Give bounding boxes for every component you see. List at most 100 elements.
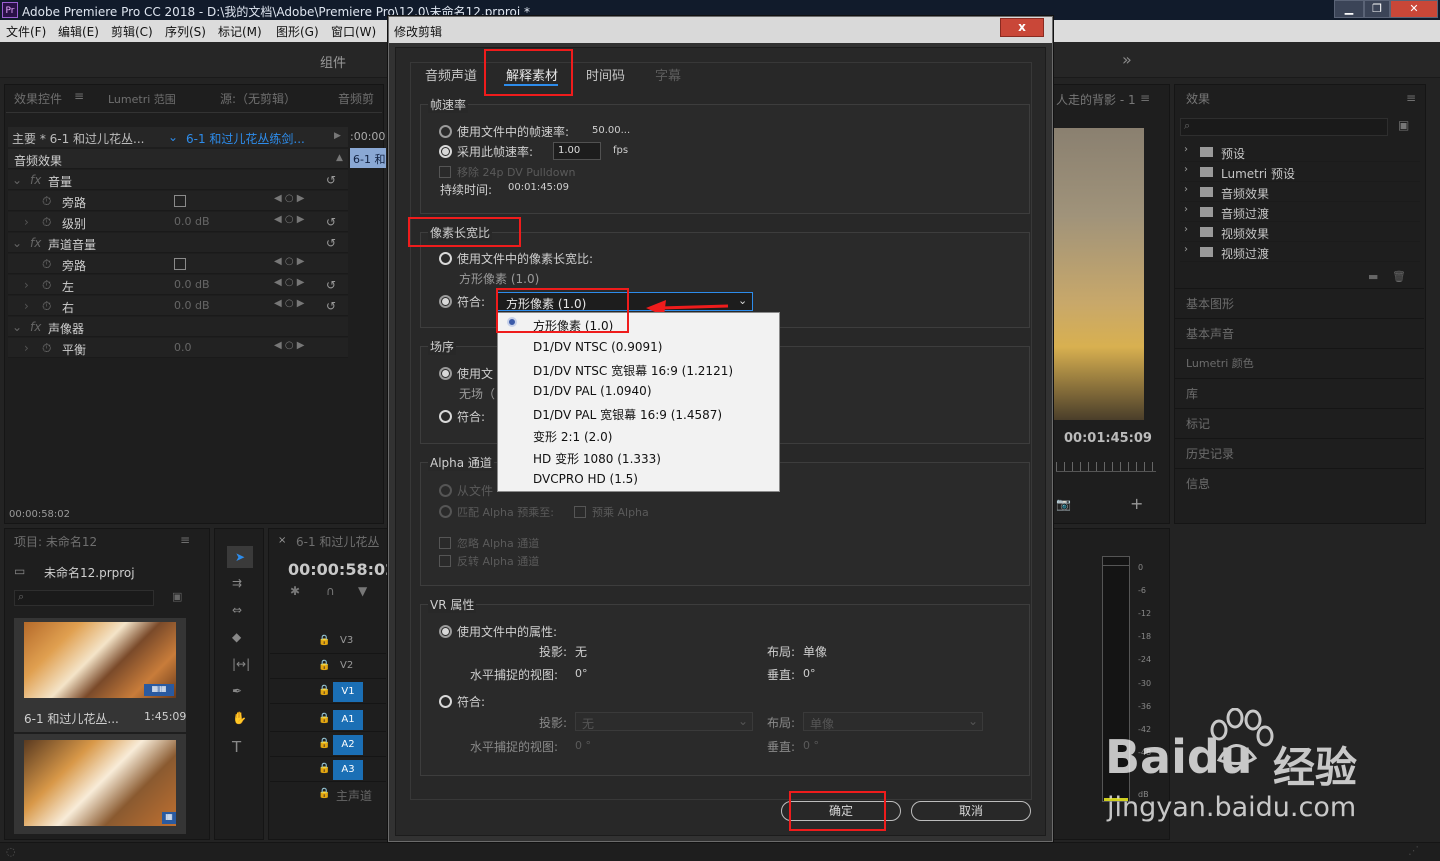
dropdown-option[interactable]: D1/DV NTSC 宽银幕 16:9 (1.2121) <box>498 359 779 379</box>
lock-icon[interactable]: 🔒 <box>318 635 330 646</box>
project-search-input[interactable] <box>14 590 154 606</box>
expand-icon[interactable]: › <box>24 341 29 355</box>
menu-marker[interactable]: 标记(M) <box>218 23 262 40</box>
track-label[interactable]: V1 <box>333 682 363 702</box>
fx-icon[interactable]: fx <box>30 236 41 250</box>
stopwatch-icon[interactable]: ⏱ <box>42 299 51 314</box>
workspace-more-icon[interactable]: » <box>1122 50 1132 69</box>
row-value[interactable]: 0.0 dB <box>174 215 210 228</box>
mini-clip-block[interactable]: 6-1 和 <box>350 148 386 168</box>
track-label[interactable]: A1 <box>333 710 363 730</box>
effects-title[interactable]: 效果 <box>1186 90 1210 107</box>
effect-row-channel-volume[interactable]: ⌄ fx 声道音量 ↺ <box>8 233 348 253</box>
effect-row-volume[interactable]: ⌄ fx 音量 ↺ <box>8 170 348 190</box>
stopwatch-icon[interactable]: ⏱ <box>42 215 51 230</box>
panel-info[interactable]: 信息 <box>1174 468 1424 498</box>
vr-c-vertical-value[interactable]: 0 ° <box>803 739 819 752</box>
close-tab-icon[interactable]: × <box>278 535 286 546</box>
fx-icon[interactable]: fx <box>30 320 41 334</box>
sequence-clip-label[interactable]: 6-1 和过儿花丛练剑... <box>186 130 305 147</box>
conform-pixel-aspect-radio[interactable] <box>439 295 452 308</box>
keyframe-nav-icon[interactable]: ◀ ○ ▶ <box>274 193 304 204</box>
close-window-icon[interactable]: ✕ <box>1390 0 1438 18</box>
workspace-assembly[interactable]: 组件 <box>320 52 346 71</box>
linked-select-icon[interactable]: ∩ <box>326 584 335 598</box>
vr-projection-select[interactable]: 无 ⌄ <box>575 712 753 731</box>
lock-icon[interactable]: 🔒 <box>318 685 330 696</box>
match-premult-radio[interactable] <box>439 505 452 518</box>
type-tool-icon[interactable]: T <box>232 738 241 756</box>
menu-clip[interactable]: 剪辑(C) <box>111 23 153 40</box>
tab-effect-controls[interactable]: 效果控件 <box>14 90 62 107</box>
trash-icon[interactable]: 🗑 <box>1392 270 1406 283</box>
keyframe-nav-icon[interactable]: ◀ ○ ▶ <box>274 256 304 267</box>
track-label[interactable]: V2 <box>340 660 353 671</box>
expand-icon[interactable]: › <box>24 278 29 292</box>
row-value[interactable]: 0.0 <box>174 341 192 354</box>
reset-icon[interactable]: ↺ <box>326 299 336 313</box>
dropdown-option[interactable]: DVCPRO HD (1.5) <box>498 469 779 489</box>
tab-lumetri-scopes[interactable]: Lumetri 范围 <box>108 91 176 107</box>
new-folder-icon[interactable]: ▬ <box>1368 270 1378 283</box>
panel-history[interactable]: 历史记录 <box>1174 438 1424 468</box>
tab-audio-channels[interactable]: 音频声道 <box>425 65 477 84</box>
stopwatch-icon[interactable]: ⏱ <box>42 194 51 209</box>
vr-layout-select[interactable]: 单像 ⌄ <box>803 712 983 731</box>
effects-folder-video-effects[interactable]: › 视频效果 <box>1180 222 1420 242</box>
new-bin-icon[interactable]: ▣ <box>172 590 182 603</box>
slip-tool-icon[interactable]: |↔| <box>232 657 250 671</box>
dropdown-option[interactable]: D1/DV PAL (1.0940) <box>498 381 779 401</box>
expand-icon[interactable]: ⌄ <box>12 320 22 334</box>
tab-menu-icon[interactable]: ≡ <box>74 89 84 103</box>
minimize-icon[interactable]: ▁ <box>1334 0 1364 18</box>
tab-audio-mixer[interactable]: 音频剪 <box>338 90 374 107</box>
chevron-down-icon[interactable]: ⌄ <box>168 130 178 144</box>
reset-icon[interactable]: ↺ <box>326 236 336 250</box>
ignore-alpha-checkbox[interactable] <box>439 537 451 549</box>
timeline-tab[interactable]: 6-1 和过儿花丛 <box>296 533 379 550</box>
ripple-edit-tool-icon[interactable]: ⇔ <box>232 603 242 617</box>
program-ruler[interactable] <box>1056 462 1156 472</box>
stopwatch-icon[interactable]: ⏱ <box>42 257 51 272</box>
lock-icon[interactable]: 🔒 <box>318 713 330 724</box>
row-value[interactable]: 0.0 dB <box>174 278 210 291</box>
fx-icon[interactable]: fx <box>30 173 41 187</box>
reset-icon[interactable]: ↺ <box>326 278 336 292</box>
track-select-tool-icon[interactable]: ⇉ <box>232 576 242 590</box>
panel-essential-sound[interactable]: 基本声音 <box>1174 318 1424 348</box>
alpha-from-file-radio[interactable] <box>439 484 452 497</box>
bypass-checkbox[interactable] <box>174 258 186 270</box>
tab-timecode[interactable]: 时间码 <box>586 65 625 84</box>
export-frame-icon[interactable]: 📷 <box>1056 497 1071 511</box>
panel-menu-icon[interactable]: ≡ <box>180 533 190 547</box>
panel-markers[interactable]: 标记 <box>1174 408 1424 438</box>
use-file-framerate-radio[interactable] <box>439 125 452 138</box>
tab-captions[interactable]: 字幕 <box>655 65 681 84</box>
program-seq-title[interactable]: 人走的背影 - 1 <box>1056 91 1136 108</box>
effects-folder-audio-transitions[interactable]: › 音频过渡 <box>1180 202 1420 222</box>
program-timecode[interactable]: 00:01:45:09 <box>1064 431 1152 446</box>
keyframe-nav-icon[interactable]: ◀ ○ ▶ <box>274 298 304 309</box>
track-label[interactable]: A3 <box>333 760 363 780</box>
vr-c-hview-value[interactable]: 0 ° <box>575 739 591 752</box>
menu-edit[interactable]: 编辑(E) <box>58 23 99 40</box>
invert-alpha-checkbox[interactable] <box>439 555 451 567</box>
reset-icon[interactable]: ↺ <box>326 173 336 187</box>
add-marker-icon[interactable]: ▼ <box>358 584 367 598</box>
effects-folder-presets[interactable]: › 预设 <box>1180 142 1420 162</box>
keyframe-nav-icon[interactable]: ◀ ○ ▶ <box>274 277 304 288</box>
project-file[interactable]: 未命名12.prproj <box>44 564 135 581</box>
panel-lumetri-color[interactable]: Lumetri 颜色 <box>1174 348 1424 378</box>
tab-source[interactable]: 源:（无剪辑） <box>220 90 296 107</box>
new-preset-bin-icon[interactable]: ▣ <box>1398 118 1409 132</box>
row-value[interactable]: 0.0 dB <box>174 299 210 312</box>
assume-framerate-radio[interactable] <box>439 145 452 158</box>
expand-icon[interactable]: ⌄ <box>12 236 22 250</box>
effects-search-input[interactable] <box>1180 118 1388 136</box>
expand-icon[interactable]: ⌄ <box>12 173 22 187</box>
panel-menu-icon[interactable]: ≡ <box>1406 91 1416 105</box>
vr-use-file-radio[interactable] <box>439 625 452 638</box>
dropdown-option[interactable]: 变形 2:1 (2.0) <box>498 425 779 445</box>
reset-icon[interactable]: ↺ <box>326 215 336 229</box>
use-file-field-order-radio[interactable] <box>439 367 452 380</box>
